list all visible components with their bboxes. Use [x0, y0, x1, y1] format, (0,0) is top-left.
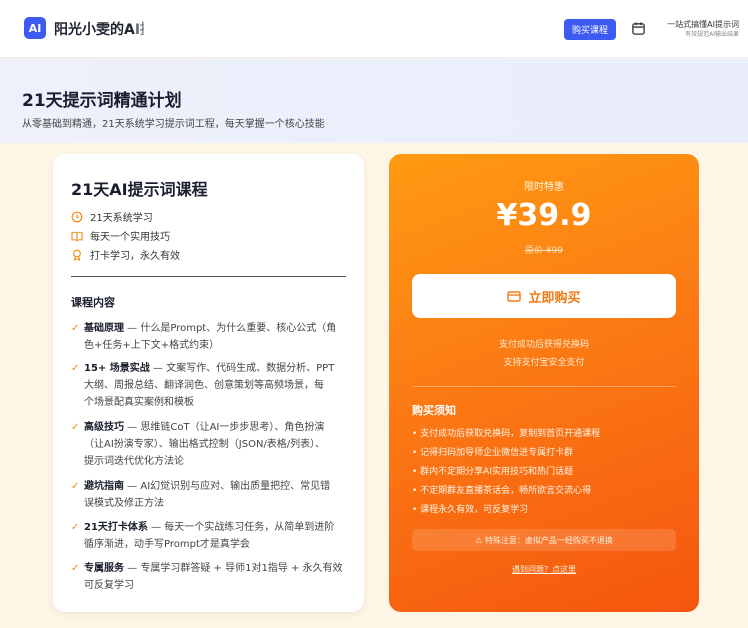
clock-icon	[71, 211, 83, 222]
item-head: 专属服务	[84, 563, 124, 574]
hero-banner: 21天提示词精通计划 从零基础到精通，21天系统学习提示词工程，每天掌握一个核心…	[0, 59, 748, 143]
feature-item: 打卡学习，永久有效	[71, 247, 180, 262]
item-text: — 思维链CoT（让AI一步步思考）、角色扮演	[124, 422, 325, 433]
item-text: — 专属学习群答疑 + 导师1对1指导 + 永久有效	[124, 563, 343, 574]
tagline-line-2: 有效规范AI输出结果	[685, 31, 739, 38]
item-text: 误模式及修正方法	[84, 498, 164, 509]
notice-item: • 记得扫码加导师企业微信进专属打卡群	[412, 448, 574, 458]
brand-fade	[136, 14, 236, 42]
feature-label: 每天一个实用技巧	[90, 232, 170, 243]
buy-now-button[interactable]: 立即购买	[412, 274, 676, 318]
item-text: 可反复学习	[84, 580, 134, 591]
course-card: 21天AI提示词课程 21天系统学习 每天一个实用技巧 打卡学习，永久有效 课程…	[53, 154, 364, 612]
payment-note: 支持支付宝安全支付	[503, 358, 585, 368]
item-head: 高级技巧	[84, 422, 124, 433]
notice-item: • 不定期群友直播茶话会，畅所欲言交流心得	[412, 486, 592, 496]
feature-item: 每天一个实用技巧	[71, 228, 170, 243]
buy-now-label: 立即购买	[528, 290, 581, 306]
item-text: 大纲、周报总结、翻译润色、创意策划等高频场景，每	[84, 380, 324, 391]
check-icon: ✓	[71, 522, 80, 533]
item-head: 避坑指南	[84, 481, 124, 492]
item-head: 基础原理	[84, 323, 124, 334]
brand-name: 阳光小雯的AI提	[54, 22, 144, 38]
feature-label: 21天系统学习	[90, 213, 153, 224]
payment-note: 支付成功后获得兑换码	[498, 340, 589, 350]
notice-title: 购买须知	[412, 404, 456, 417]
item-text: 个场景配真实案例和模板	[84, 397, 194, 408]
course-title: 21天AI提示词课程	[71, 180, 208, 199]
item-head: 21天打卡体系	[84, 522, 148, 533]
section-title: 课程内容	[71, 296, 115, 309]
item-text: 色+任务+上下文+格式约束）	[84, 340, 220, 351]
divider	[412, 386, 676, 387]
item-text: 提示词迭代优化方法论	[84, 456, 184, 467]
original-price: 原价 ¥99	[524, 246, 564, 256]
page-title: 21天提示词精通计划	[22, 91, 182, 111]
check-icon: ✓	[71, 422, 80, 433]
feature-label: 打卡学习，永久有效	[90, 251, 180, 262]
card-icon	[507, 290, 522, 302]
pricing-card: 限时特惠 ¥39.9 原价 ¥99 立即购买 支付成功后获得兑换码 支持支付宝安…	[389, 154, 699, 612]
check-icon: ✓	[71, 323, 80, 334]
feature-item: 21天系统学习	[71, 209, 153, 224]
item-text: — AI幻觉识别与应对、输出质量把控、常见错	[124, 481, 331, 492]
item-text: 循序渐进，动手写Prompt才是真学会	[84, 539, 250, 550]
logo[interactable]: AI	[24, 17, 46, 39]
check-icon: ✓	[71, 563, 80, 574]
page-subtitle: 从零基础到精通，21天系统学习提示词工程，每天掌握一个核心技能	[22, 119, 325, 130]
item-text: — 什么是Prompt、为什么重要、核心公式（角	[124, 323, 337, 334]
item-text: （让AI扮演专家）、输出格式控制（JSON/表格/列表）、	[84, 439, 326, 450]
top-navbar: AI 阳光小雯的AI提 购买课程 一站式搞懂AI提示词 有效规范AI输出结果	[0, 0, 748, 58]
limited-offer-label: 限时特惠	[524, 182, 564, 193]
buy-course-button[interactable]: 购买课程	[564, 19, 616, 40]
notice-item: • 群内不定期分享AI实用技巧和热门话题	[412, 467, 573, 477]
item-head: 15+ 场景实战	[84, 363, 150, 374]
price: ¥39.9	[496, 198, 592, 233]
item-text: — 文案写作、代码生成、数据分析、PPT	[149, 363, 335, 374]
header-tagline: 一站式搞懂AI提示词 有效规范AI输出结果	[655, 19, 739, 40]
award-icon	[73, 249, 81, 261]
divider	[71, 276, 346, 277]
item-text: — 每天一个实战练习任务，从简单到进阶	[147, 522, 335, 533]
calendar-icon[interactable]	[631, 21, 646, 36]
notice-item: • 课程永久有效，可反复学习	[412, 505, 529, 515]
book-icon	[71, 231, 83, 241]
tagline-line-1: 一站式搞懂AI提示词	[667, 20, 739, 29]
warning-box: ⚠ 特殊注意：虚拟产品一经购买不退换	[412, 529, 676, 551]
check-icon: ✓	[71, 363, 80, 374]
notice-item: • 支付成功后获取兑换码，复制到首页开通课程	[412, 429, 601, 439]
help-link[interactable]: 遇到问题？点这里	[389, 564, 699, 575]
check-icon: ✓	[71, 481, 80, 492]
